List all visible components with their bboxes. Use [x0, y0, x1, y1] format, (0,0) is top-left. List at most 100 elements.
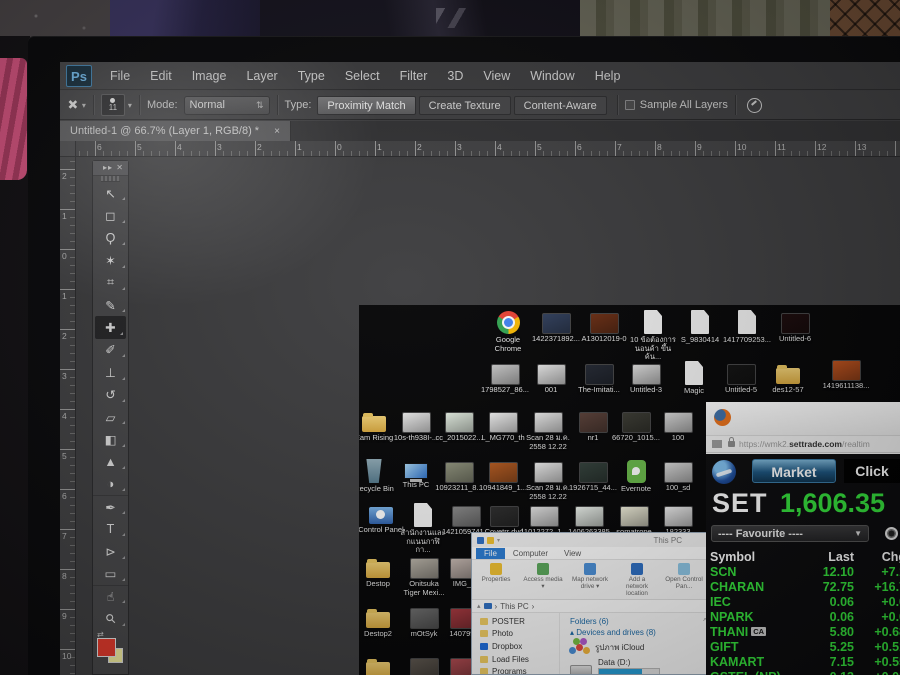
crop-tool[interactable]: ⌗ [93, 272, 128, 294]
sidebar-item-poster[interactable]: POSTER [480, 615, 559, 628]
gradient-tool[interactable]: ◧ [93, 428, 128, 450]
desktop-icon-scan-28-2558-12-22[interactable]: Scan 28 ม.ค. 2558 12.22 [524, 459, 572, 501]
ribbon-tab-file[interactable]: File [476, 548, 505, 559]
watchlist-row-thani[interactable]: THANICA 5.80 +0.68 [710, 625, 900, 640]
sidebar-item-load-files[interactable]: Load Files [480, 653, 559, 666]
firefox-icon[interactable] [714, 409, 731, 426]
breadcrumb[interactable]: This PC [500, 602, 528, 611]
menu-window[interactable]: Window [530, 69, 574, 83]
type-option-create-texture[interactable]: Create Texture [418, 95, 511, 115]
move-tool[interactable]: ↖ [93, 182, 128, 204]
ribbon-item-map-network-drive[interactable]: Map network drive ▾ [570, 563, 610, 591]
favourite-action-icon[interactable] [885, 527, 898, 540]
desktop-icon-10941849-1[interactable]: 10941849_1... [479, 459, 527, 493]
ribbon-item-open-control-pan[interactable]: Open Control Pan... [664, 563, 704, 591]
desktop-icon-1798527-86[interactable]: 1798527_86... [481, 361, 529, 395]
chevron-down-icon[interactable]: ▾ [128, 101, 132, 110]
ribbon-item-add-a-network-location[interactable]: Add a network location [617, 563, 657, 598]
desktop-icon-1419611138[interactable]: 1419611138... [822, 357, 870, 391]
menu-select[interactable]: Select [345, 69, 380, 83]
watchlist-row-npark[interactable]: NPARK 0.06 +0.0 [710, 610, 900, 625]
close-icon[interactable]: × [274, 126, 280, 137]
desktop-icon-1422371892[interactable]: 1422371892... [532, 310, 580, 344]
tablet-pressure-icon[interactable] [746, 97, 762, 113]
mode-select[interactable]: Normal ⇅ [183, 95, 270, 115]
desktop-icon-des12-57[interactable]: des12-57 [764, 361, 812, 395]
folders-group-header[interactable]: Folders (6) ^ [570, 617, 715, 626]
marquee-tool[interactable]: ◻ [93, 204, 128, 226]
desktop-icon-100[interactable]: 100 [654, 409, 702, 443]
browser-address-bar[interactable]: https://wmk2.settrade.com/realtim [706, 435, 900, 453]
sidebar-item-programs[interactable]: Programs [480, 665, 559, 674]
watchlist-row-kamart[interactable]: KAMART 7.15 +0.55 [710, 655, 900, 670]
desktop-icon-a13012019-0[interactable]: A13012019-0 [580, 310, 628, 344]
sample-all-layers-checkbox[interactable] [624, 100, 635, 110]
foreground-color-swatch[interactable] [97, 637, 116, 657]
watchlist-row-charan[interactable]: CHARAN 72.75 +16.7 [710, 580, 900, 595]
watchlist-row-gift[interactable]: GIFT 5.25 +0.51 [710, 640, 900, 655]
desktop-icon-the-imitati[interactable]: The-Imitati... [575, 361, 623, 395]
desktop-icon-untitled-3[interactable]: Untitled-3 [622, 361, 670, 395]
magic-wand-tool[interactable]: ✶ [93, 249, 128, 271]
sidebar-item-photo[interactable]: Photo [480, 628, 559, 641]
menu-type[interactable]: Type [298, 69, 325, 83]
blur-tool[interactable]: ▲ [93, 451, 128, 473]
desktop-icon-this-pc[interactable]: This PC [392, 459, 440, 490]
watchlist-row-iec[interactable]: IEC 0.06 +0.0 [710, 595, 900, 610]
menu-layer[interactable]: Layer [246, 69, 277, 83]
type-option-content-aware[interactable]: Content-Aware [513, 95, 607, 115]
menu-image[interactable]: Image [192, 69, 227, 83]
devices-group-header[interactable]: ▴ Devices and drives (8) [570, 628, 715, 637]
desktop-icon-evernote[interactable]: Evernote [612, 459, 660, 494]
menu-view[interactable]: View [483, 69, 510, 83]
watchlist-row-scn[interactable]: SCN 12.10 +7.1 [710, 565, 900, 580]
ribbon-item-access-media[interactable]: Access media ▾ [523, 563, 563, 591]
desktop-icon-untitled-5[interactable]: Untitled-5 [717, 361, 765, 395]
up-arrow-icon[interactable]: ▴ [477, 602, 481, 610]
rectangle-tool[interactable]: ▭ [93, 563, 128, 585]
device-row-icloud[interactable]: รูปภาพ iCloud [570, 640, 715, 655]
history-brush-tool[interactable]: ↺ [93, 384, 128, 406]
ribbon-tab-view[interactable]: View [556, 548, 589, 559]
document-tab[interactable]: Untitled-1 @ 66.7% (Layer 1, RGB/8) * × [60, 121, 291, 141]
type-tool[interactable]: T [93, 518, 128, 540]
sidebar-item-dropbox[interactable]: Dropbox [480, 640, 559, 653]
tab-click[interactable]: Click [844, 459, 900, 483]
desktop-icon-destop[interactable]: Destop [359, 555, 402, 589]
folder-icon[interactable] [477, 536, 484, 544]
device-row-data-d[interactable]: Data (D:) [570, 658, 715, 674]
desktop-icon-1926715-44[interactable]: 1926715_44... [569, 459, 617, 493]
favourite-dropdown[interactable]: ---- Favourite ---- ▼ [711, 525, 869, 542]
menu-filter[interactable]: Filter [400, 69, 428, 83]
desktop-icon-001[interactable]: 001 [527, 361, 575, 395]
brush-preset-picker[interactable]: 11 [100, 94, 125, 116]
clone-stamp-tool[interactable]: ⊥ [93, 361, 128, 383]
menu-help[interactable]: Help [595, 69, 621, 83]
pen-tool[interactable]: ✒ [93, 495, 128, 517]
desktop-icon-10[interactable]: 10 ข้อต้องการ นอนค้า ขึ้นค้น... [629, 310, 677, 362]
chevron-down-icon[interactable]: ▾ [497, 537, 500, 544]
hand-tool[interactable]: ☝ [93, 585, 128, 607]
tools-panel-header[interactable]: ▸▸ ✕ [93, 161, 128, 176]
desktop-icon-1417709253[interactable]: 1417709253... [723, 310, 771, 345]
eraser-tool[interactable]: ▱ [93, 406, 128, 428]
desktop-icon-l-mg770-th[interactable]: L_MG770_th [479, 409, 527, 443]
path-selection-tool[interactable]: ⊳ [93, 540, 128, 562]
address-bar[interactable]: ▴ › This PC › [472, 600, 715, 613]
desktop-icon-untitled-6[interactable]: Untitled-6 [771, 310, 819, 344]
desktop-icon-cc-2015022[interactable]: cc_2015022... [435, 409, 483, 443]
dodge-tool[interactable]: ◑ [93, 473, 128, 495]
menu-edit[interactable]: Edit [150, 69, 172, 83]
desktop-icon-magic[interactable]: Magic [670, 361, 718, 396]
watchlist-row-gstel-np[interactable]: GSTEL (NP)0.13+0.01 [710, 670, 900, 675]
brush-tool[interactable]: ✐ [93, 339, 128, 361]
zoom-tool[interactable]: ⚲ [93, 607, 128, 629]
eyedropper-tool[interactable]: ✎ [93, 294, 128, 316]
tool-preset-picker[interactable]: ✚ ▾ [64, 95, 86, 113]
menu-file[interactable]: File [110, 69, 130, 83]
properties-icon[interactable] [487, 536, 494, 544]
desktop-icon-destop2[interactable]: Destop2 [359, 605, 402, 639]
desktop-icon-nr1[interactable]: nr1 [569, 409, 617, 443]
desktop-icon-scan-28-2558-12-22[interactable]: Scan 28 ม.ค. 2558 12.22 [524, 409, 572, 451]
desktop-icon-s-9830414[interactable]: S_9830414 [676, 310, 724, 345]
